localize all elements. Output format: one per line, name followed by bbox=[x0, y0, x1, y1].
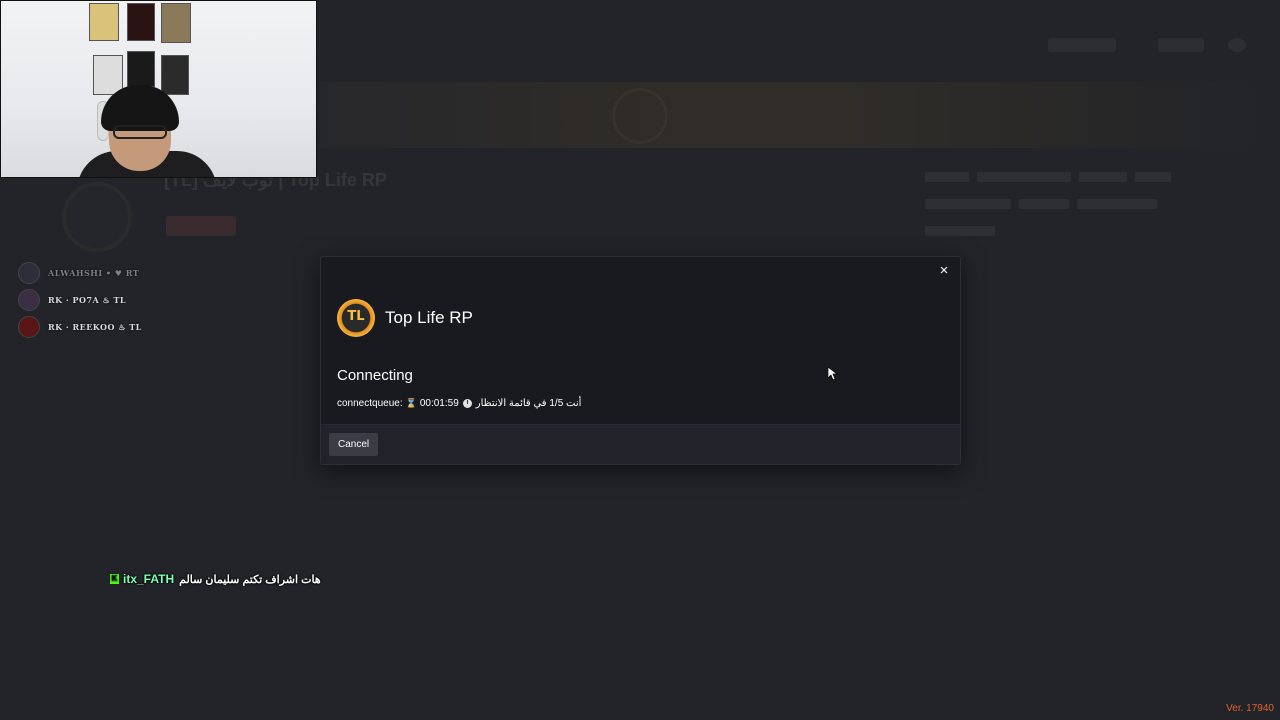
queue-label: connectqueue: bbox=[337, 398, 403, 409]
avatar bbox=[18, 262, 40, 284]
server-logo: TL bbox=[337, 299, 375, 337]
server-logo-text: TL bbox=[347, 309, 365, 324]
dialog-header: TL Top Life RP bbox=[337, 299, 473, 337]
chat-username: itx_FATH bbox=[123, 572, 175, 586]
top-nav-item bbox=[1048, 38, 1116, 52]
mouse-cursor-icon bbox=[828, 367, 838, 381]
background-links bbox=[925, 172, 1225, 253]
version-label: Ver. 17940 bbox=[1226, 703, 1274, 714]
webcam-overlay bbox=[0, 0, 317, 178]
background-connect-button bbox=[166, 216, 236, 236]
kick-icon: K bbox=[110, 574, 119, 584]
chat-message: K itx_FATH هات اشراف تكتم سليمان سالم bbox=[110, 572, 321, 586]
voice-user: ALWAHSHI • ♥ RT bbox=[18, 260, 142, 286]
server-banner bbox=[320, 82, 1250, 148]
voice-user: RK · REEKOO ♨ TL bbox=[18, 314, 142, 340]
hourglass-icon: ⌛ bbox=[405, 398, 417, 408]
voice-channel-list: ALWAHSHI • ♥ RT RK · PO7A ♨ TL RK · REEK… bbox=[18, 260, 142, 341]
queue-info: connectqueue: ⌛ 00:01:59 أنت 1/5 في قائم… bbox=[337, 398, 581, 409]
background-server-logo bbox=[62, 182, 132, 252]
top-nav-item bbox=[1158, 38, 1204, 52]
dialog-footer: Cancel bbox=[321, 424, 960, 464]
wall-poster bbox=[127, 51, 155, 87]
wall-poster bbox=[161, 3, 191, 43]
voice-user-name: ALWAHSHI • ♥ RT bbox=[48, 268, 140, 278]
wall-poster bbox=[127, 3, 155, 41]
voice-user: RK · PO7A ♨ TL bbox=[18, 287, 142, 313]
queue-time: 00:01:59 bbox=[419, 398, 459, 409]
queue-position: أنت 1/5 في قائمة الانتظار bbox=[475, 398, 582, 409]
cancel-button[interactable]: Cancel bbox=[329, 433, 379, 456]
banner-logo bbox=[612, 88, 668, 144]
connecting-dialog: × TL Top Life RP Connecting connectqueue… bbox=[320, 256, 961, 465]
avatar bbox=[18, 316, 40, 338]
clock-icon bbox=[462, 399, 472, 408]
glasses bbox=[113, 125, 167, 139]
chat-text: هات اشراف تكتم سليمان سالم bbox=[179, 573, 321, 586]
server-name: Top Life RP bbox=[385, 308, 473, 327]
close-icon[interactable]: × bbox=[936, 263, 952, 279]
voice-user-name: RK · REEKOO ♨ TL bbox=[48, 322, 142, 332]
voice-user-name: RK · PO7A ♨ TL bbox=[48, 295, 127, 305]
top-nav-avatar bbox=[1228, 38, 1246, 52]
wall-poster bbox=[161, 55, 189, 95]
connection-status: Connecting bbox=[337, 367, 413, 384]
avatar bbox=[18, 289, 40, 311]
wall-poster bbox=[89, 3, 119, 41]
